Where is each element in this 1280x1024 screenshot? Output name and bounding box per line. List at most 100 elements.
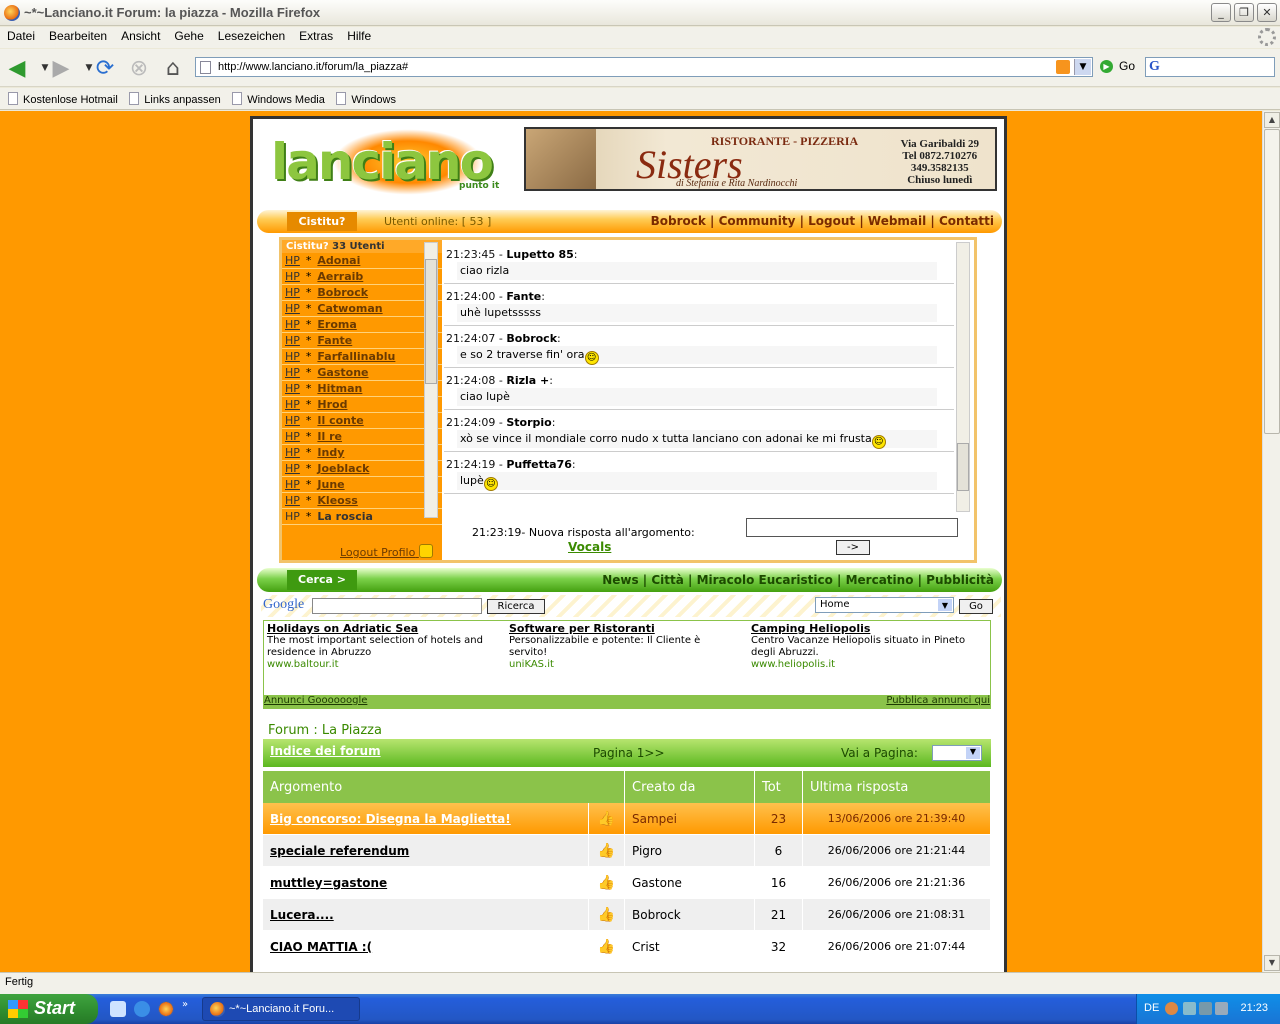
reload-icon[interactable]: ⟳ [92,55,118,81]
user-homepage-link[interactable]: HP [285,270,300,283]
user-list-item[interactable]: HP * June [282,477,442,493]
user-list-item[interactable]: HP * Gastone [282,365,442,381]
menu-extras[interactable]: Extras [292,27,340,45]
user-name[interactable]: Indy [317,446,344,459]
firefox-quicklaunch-icon[interactable] [158,1001,174,1017]
user-homepage-link[interactable]: HP [285,510,300,523]
start-button[interactable]: Start [0,994,98,1024]
user-homepage-link[interactable]: HP [285,462,300,475]
column-header-ultima[interactable]: Ultima risposta [803,771,991,803]
user-list-item[interactable]: HP * Kleoss [282,493,442,509]
thread-topic-link[interactable]: Big concorso: Disegna la Maglietta! [263,803,589,835]
url-dropdown-icon[interactable]: ▼ [1074,59,1091,75]
language-indicator[interactable]: DE [1144,1002,1159,1014]
top-nav-links[interactable]: Bobrock | Community | Logout | Webmail |… [651,214,994,228]
user-name[interactable]: Kleoss [317,494,357,507]
bookmark-windows[interactable]: Windows [336,92,396,106]
user-list-item[interactable]: HP * Joeblack [282,461,442,477]
user-homepage-link[interactable]: HP [285,414,300,427]
thread-topic-link[interactable]: CIAO MATTIA :( [263,931,589,963]
ads-by-google-link[interactable]: Annunci Goooooogle [264,695,367,706]
pagination[interactable]: Pagina 1>> [593,746,665,760]
user-name[interactable]: Catwoman [317,302,382,315]
thread-topic-link[interactable]: muttley=gastone [263,867,589,899]
user-list-item[interactable]: HP * Adonai [282,253,442,269]
menu-datei[interactable]: Datei [0,27,42,45]
user-list-item[interactable]: HP * Hitman [282,381,442,397]
user-list-item[interactable]: HP * La roscia [282,509,442,525]
bookmark-windows-media[interactable]: Windows Media [232,92,325,106]
tab-cistitu[interactable]: Cistitu? [287,212,357,231]
user-name[interactable]: Bobrock [317,286,368,299]
user-homepage-link[interactable]: HP [285,318,300,331]
user-name[interactable]: Gastone [317,366,368,379]
menu-lesezeichen[interactable]: Lesezeichen [211,27,292,45]
show-desktop-icon[interactable] [110,1001,126,1017]
user-homepage-link[interactable]: HP [285,446,300,459]
new-reply-link[interactable]: Vocals [568,540,611,554]
ad-item[interactable]: Camping Heliopolis Centro Vacanze Heliopo… [751,623,983,671]
scroll-thumb[interactable] [425,259,437,384]
user-list-item[interactable]: HP * Aerraib [282,269,442,285]
user-name[interactable]: Aerraib [317,270,363,283]
bookmark-hotmail[interactable]: Kostenlose Hotmail [8,92,118,106]
thread-topic-link[interactable]: speciale referendum [263,835,589,867]
user-homepage-link[interactable]: HP [285,350,300,363]
restaurant-banner[interactable]: Sisters RISTORANTE - PIZZERIA di Stefani… [524,127,997,191]
chat-scrollbar[interactable] [956,242,970,512]
network-icon[interactable] [1199,1002,1212,1015]
page-scrollbar[interactable]: ▲ ▼ [1262,111,1280,972]
tab-cerca[interactable]: Cerca > [287,570,357,590]
bookmark-links[interactable]: Links anpassen [129,92,221,106]
user-homepage-link[interactable]: HP [285,382,300,395]
user-list-item[interactable]: HP * Bobrock [282,285,442,301]
site-section-select[interactable]: Home ▼ [815,597,954,613]
google-search-input[interactable] [312,598,482,614]
search-box[interactable]: G [1145,57,1275,77]
user-homepage-link[interactable]: HP [285,430,300,443]
stop-icon[interactable]: ⊗ [126,55,152,81]
user-name[interactable]: Joeblack [317,462,369,475]
user-homepage-link[interactable]: HP [285,478,300,491]
go-button[interactable]: ▶ Go [1100,59,1135,74]
user-list-item[interactable]: HP * Hrod [282,397,442,413]
close-button[interactable]: ✕ [1257,3,1277,22]
scroll-down-icon[interactable]: ▼ [1264,955,1280,971]
user-name[interactable]: Eroma [317,318,356,331]
user-homepage-link[interactable]: HP [285,286,300,299]
user-name[interactable]: Hrod [317,398,347,411]
user-list-item[interactable]: HP * Catwoman [282,301,442,317]
internet-explorer-icon[interactable] [134,1001,150,1017]
user-homepage-link[interactable]: HP [285,366,300,379]
scroll-up-icon[interactable]: ▲ [1264,112,1280,128]
user-list-item[interactable]: HP * Il conte [282,413,442,429]
taskbar-item-firefox[interactable]: ~*~Lanciano.it Foru... [202,997,360,1021]
quicklaunch-more-icon[interactable]: » [182,999,188,1010]
user-name[interactable]: Il conte [317,414,363,427]
ad-item[interactable]: Software per Ristoranti Personalizzabile … [509,623,741,671]
user-list-item[interactable]: HP * Il re [282,429,442,445]
column-header-argomento[interactable]: Argomento [263,771,625,803]
user-list-item[interactable]: HP * Fante [282,333,442,349]
url-bar[interactable]: ▼ [195,57,1093,77]
user-homepage-link[interactable]: HP [285,334,300,347]
menu-ansicht[interactable]: Ansicht [114,27,167,45]
user-name[interactable]: Adonai [317,254,360,267]
user-list-item[interactable]: HP * Eroma [282,317,442,333]
home-icon[interactable]: ⌂ [160,55,186,81]
column-header-tot[interactable]: Tot [755,771,803,803]
menu-gehe[interactable]: Gehe [167,27,210,45]
user-name[interactable]: Farfallinablu [317,350,395,363]
user-list-item[interactable]: HP * Indy [282,445,442,461]
back-icon[interactable]: ◀ [4,55,30,81]
user-name[interactable]: Il re [317,430,342,443]
scroll-thumb[interactable] [957,443,969,491]
goto-page-select[interactable]: ▼ [932,745,982,761]
menu-hilfe[interactable]: Hilfe [340,27,378,45]
menu-bearbeiten[interactable]: Bearbeiten [42,27,114,45]
user-list-item[interactable]: HP * Farfallinablu [282,349,442,365]
user-homepage-link[interactable]: HP [285,254,300,267]
site-logo[interactable]: lanciano punto it [263,129,513,195]
column-header-creato[interactable]: Creato da [625,771,755,803]
scroll-thumb[interactable] [1264,129,1280,434]
